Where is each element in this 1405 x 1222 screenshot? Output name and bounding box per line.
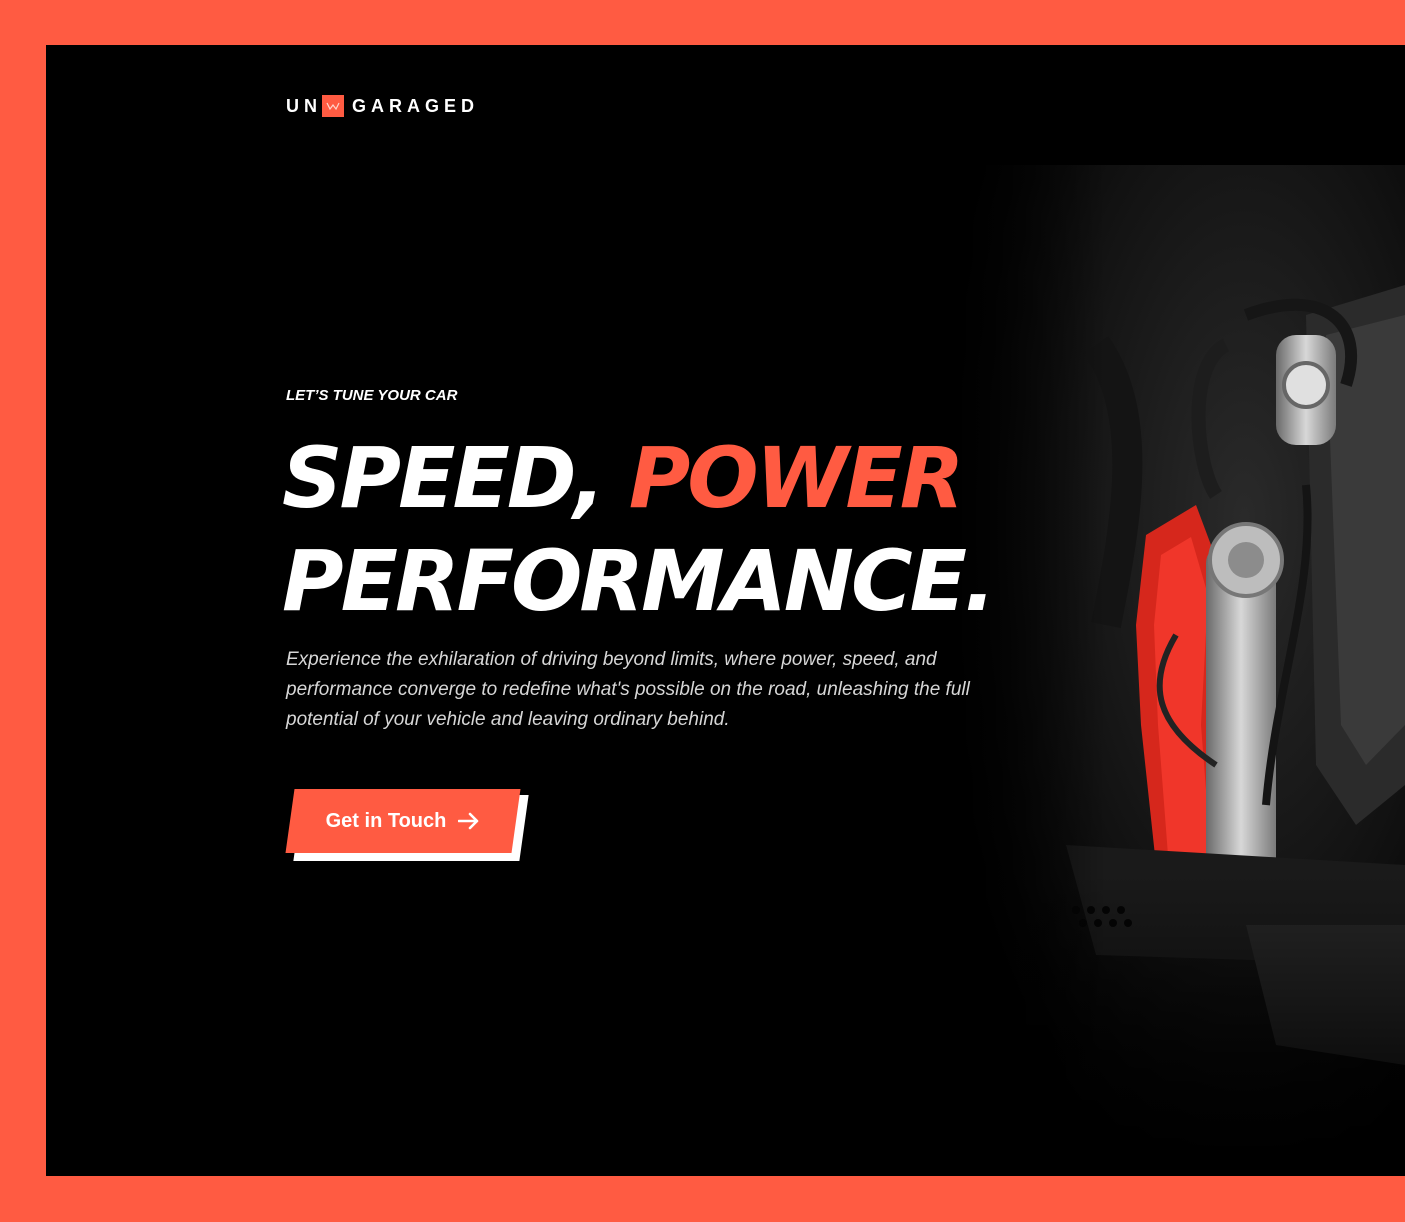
headline-performance: PERFORMANCE. bbox=[282, 532, 996, 630]
get-in-touch-button[interactable]: Get in Touch bbox=[285, 789, 521, 853]
brand-left: UN bbox=[286, 95, 322, 116]
hero-description: Experience the exhilaration of driving b… bbox=[286, 649, 970, 730]
arrow-right-icon bbox=[458, 812, 479, 830]
brand-right: GARAGED bbox=[352, 95, 480, 116]
headline-speed: SPEED, bbox=[282, 429, 629, 527]
hero-headline: SPEED, POWER PERFORMANCE. bbox=[282, 427, 996, 633]
cta-wrapper: Get in Touch bbox=[285, 789, 529, 861]
logo-mark-icon bbox=[322, 95, 344, 117]
cta-content: Get in Touch bbox=[290, 789, 516, 853]
cta-label: Get in Touch bbox=[325, 809, 447, 832]
brand-logo[interactable]: UN GARAGED bbox=[286, 95, 479, 117]
hero-frame: UN GARAGED LET’S TUNE YOUR CAR SPEED, PO… bbox=[46, 45, 1405, 1176]
headline-power: POWER bbox=[628, 429, 965, 527]
hero-eyebrow: LET’S TUNE YOUR CAR bbox=[286, 387, 458, 404]
